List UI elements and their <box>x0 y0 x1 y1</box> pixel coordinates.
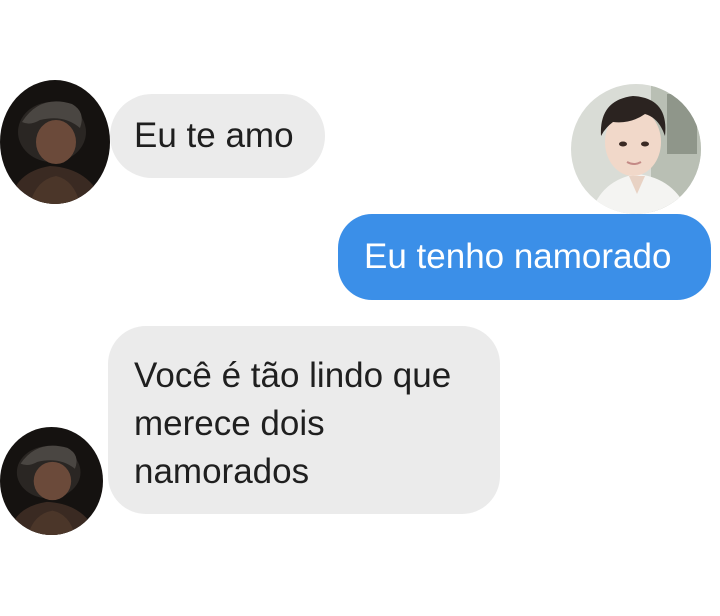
user-avatar[interactable] <box>571 84 701 214</box>
message-text: Eu tenho namorado <box>364 237 672 276</box>
contact-avatar[interactable] <box>0 427 103 535</box>
contact-avatar[interactable] <box>0 80 110 204</box>
message-text-line: merece dois <box>134 404 325 443</box>
chat-screen: Eu te amo Eu tenho namorado Você é tão l… <box>0 0 720 616</box>
user-avatar-image <box>571 84 701 214</box>
contact-avatar-image <box>0 80 110 204</box>
message-bubble-incoming[interactable]: Você é tão lindo que merece dois namorad… <box>108 326 500 514</box>
message-text-line: namorados <box>134 452 310 491</box>
message-text-line: Você é tão lindo que <box>134 356 452 395</box>
message-bubble-outgoing[interactable]: Eu tenho namorado <box>338 214 711 300</box>
message-text: Eu te amo <box>134 116 294 155</box>
message-bubble-incoming[interactable]: Eu te amo <box>110 94 325 178</box>
contact-avatar-image <box>0 427 103 535</box>
